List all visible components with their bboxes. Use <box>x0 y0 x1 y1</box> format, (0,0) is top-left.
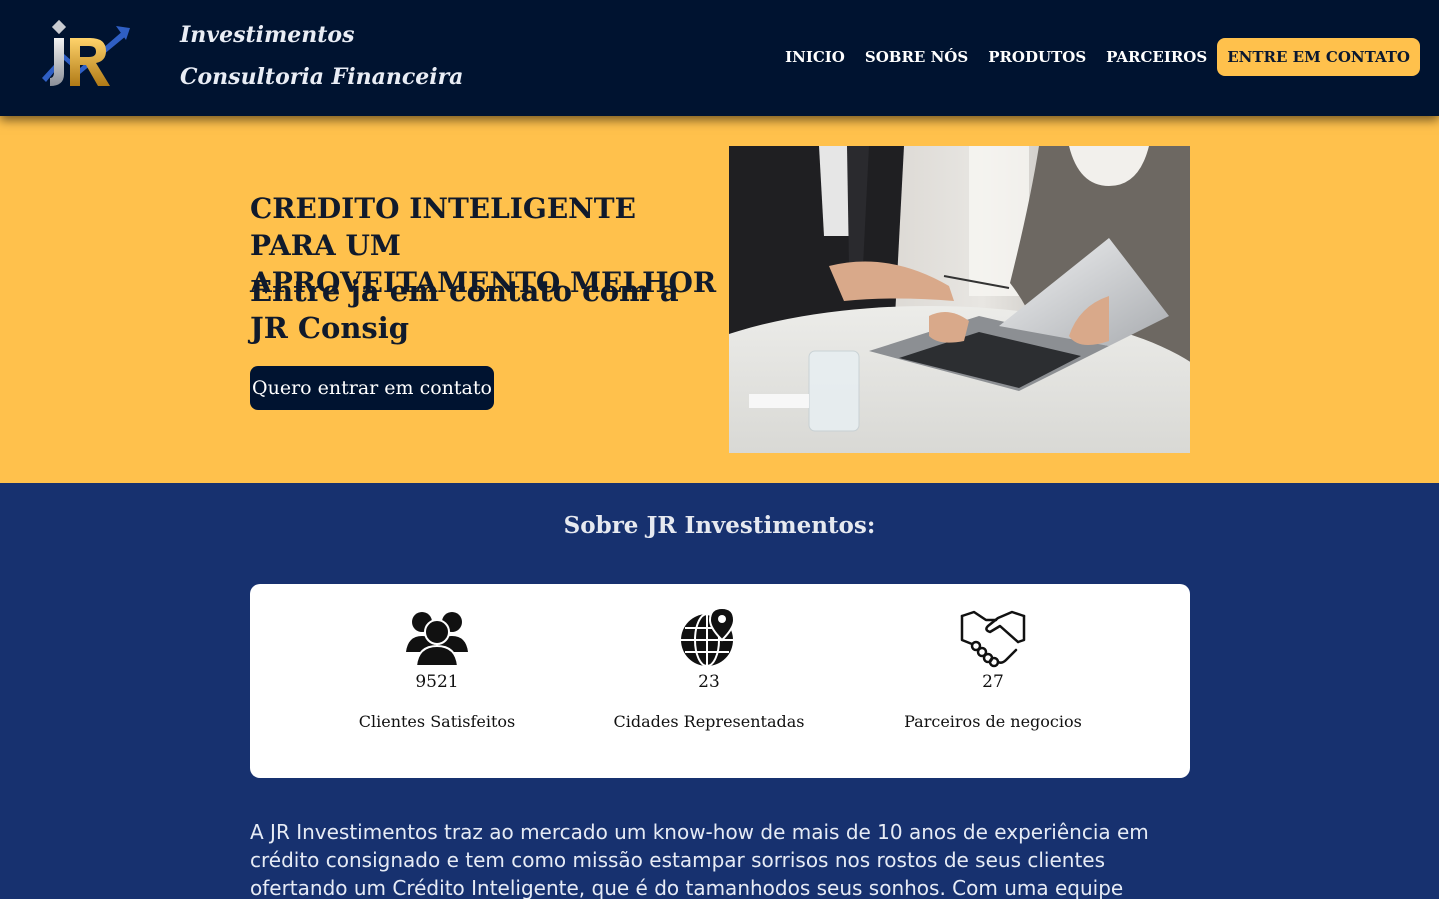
stat-partners: 27 Parceiros de negocios <box>873 606 1113 731</box>
stat-clients-value: 9521 <box>415 672 459 692</box>
stat-cities-value: 23 <box>698 672 720 692</box>
stats-card: 9521 Clientes Satisfeitos 23 Cidades Rep… <box>250 584 1190 778</box>
stat-partners-label: Parceiros de negocios <box>904 712 1082 731</box>
handshake-icon <box>960 606 1026 668</box>
stat-clients: 9521 Clientes Satisfeitos <box>317 606 557 731</box>
jr-logo[interactable] <box>36 16 134 94</box>
nav-produtos[interactable]: PRODUTOS <box>978 48 1096 66</box>
globe-location-icon <box>676 606 742 668</box>
nav-inicio[interactable]: INICIO <box>775 48 855 66</box>
about-title: Sobre JR Investimentos: <box>563 512 876 539</box>
stat-partners-value: 27 <box>982 672 1004 692</box>
stat-cities: 23 Cidades Representadas <box>589 606 829 731</box>
contact-cta-button[interactable]: Quero entrar em contato <box>250 366 494 410</box>
hero-section: CREDITO INTELIGENTE PARA UM APROVEITAMEN… <box>0 116 1439 483</box>
stat-clients-label: Clientes Satisfeitos <box>358 712 516 731</box>
users-icon <box>404 606 470 668</box>
nav-contact-button[interactable]: ENTRE EM CONTATO <box>1217 38 1420 76</box>
brand-line-2: Consultoria Financeira <box>180 64 464 90</box>
nav-sobre-nos[interactable]: SOBRE NÓS <box>855 48 978 66</box>
site-header: Investimentos Consultoria Financeira INI… <box>0 0 1439 116</box>
hero-image <box>729 146 1190 453</box>
main-nav: INICIO SOBRE NÓS PRODUTOS PARCEIROS ENTR… <box>775 38 1420 76</box>
hero-subtitle: Entre ja em contato com a JR Consig <box>250 274 679 345</box>
stat-cities-label: Cidades Representadas <box>613 712 805 731</box>
brand-line-1: Investimentos <box>180 22 355 48</box>
nav-parceiros[interactable]: PARCEIROS <box>1096 48 1217 66</box>
about-paragraph: A JR Investimentos traz ao mercado um kn… <box>250 820 1149 899</box>
